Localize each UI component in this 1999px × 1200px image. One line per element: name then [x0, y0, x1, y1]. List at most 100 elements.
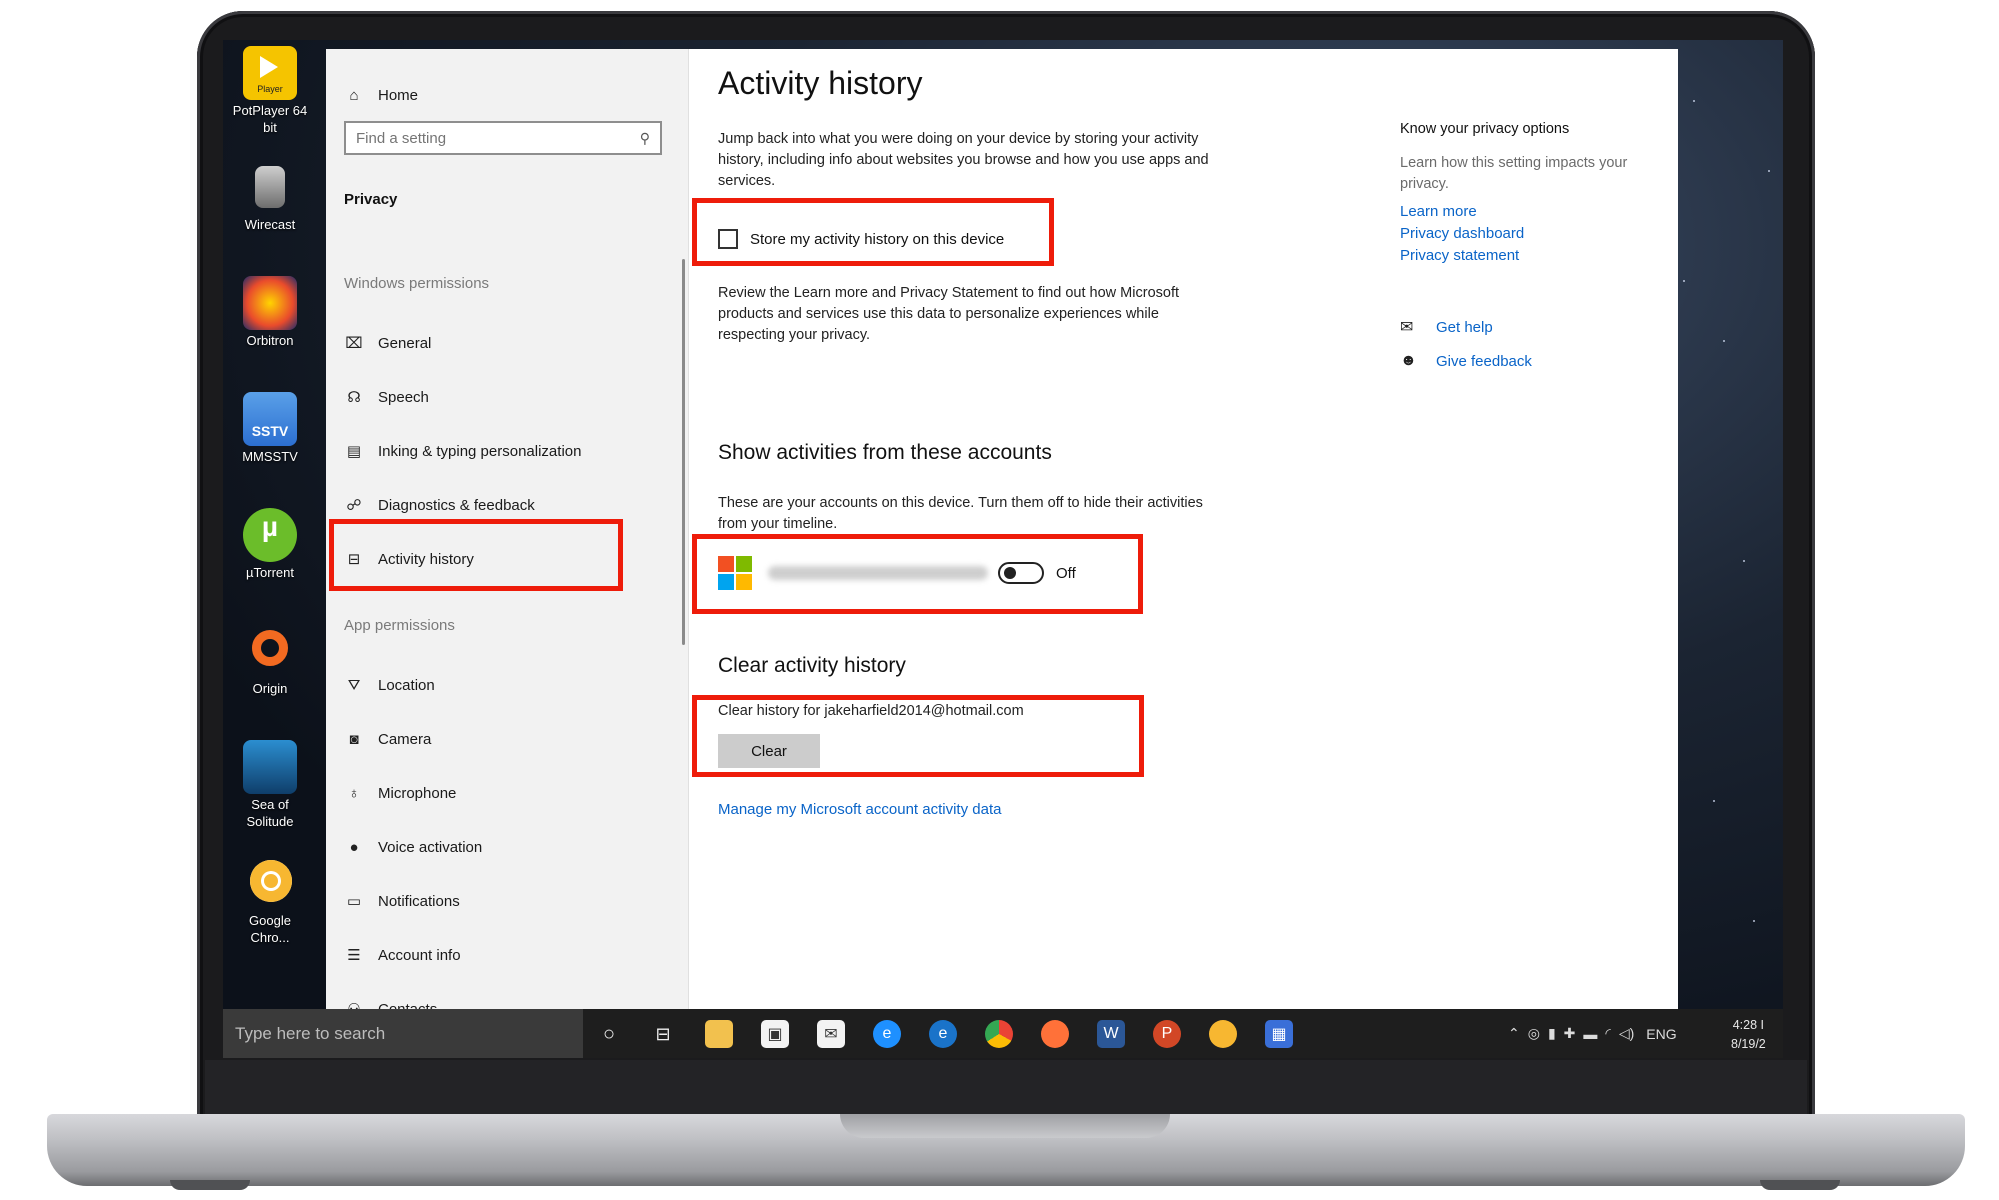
nav-label: Notifications: [378, 892, 460, 910]
task-view-icon[interactable]: ⊟: [649, 1020, 677, 1048]
desktop-icon-origin[interactable]: Origin: [229, 624, 311, 697]
give-feedback-row[interactable]: ☻ Give feedback: [1400, 352, 1660, 370]
system-tray: ⌃ ◎ ▮ ✚ ▬ ◜ ◁) ENG: [1508, 1009, 1677, 1058]
nav-activity-history[interactable]: ⊟ Activity history: [344, 543, 474, 575]
mail-icon[interactable]: ✉: [817, 1020, 845, 1048]
cortana-icon[interactable]: ○: [595, 1020, 623, 1048]
timeline-icon: ⊟: [347, 551, 361, 568]
learn-more-link[interactable]: Learn more: [1400, 203, 1660, 220]
get-help-link[interactable]: Get help: [1436, 319, 1493, 336]
chevron-up-icon[interactable]: ⌃: [1508, 1025, 1520, 1042]
nav-microphone[interactable]: ♁ Microphone: [344, 777, 456, 809]
firefox-icon[interactable]: [1041, 1020, 1069, 1048]
voice-activation-icon: ●: [349, 838, 359, 856]
volume-icon[interactable]: ◁): [1619, 1025, 1634, 1042]
wirecast-icon: [243, 160, 297, 214]
desktop-icon-google-chrome[interactable]: Google Chro...: [229, 856, 311, 946]
desktop-icon-wirecast[interactable]: Wirecast: [229, 160, 311, 233]
edge-icon[interactable]: e: [929, 1020, 957, 1048]
store-icon[interactable]: ▣: [761, 1020, 789, 1048]
clipboard-icon: ▤: [346, 443, 362, 460]
nav-notifications[interactable]: ▭ Notifications: [344, 885, 460, 917]
clear-button[interactable]: Clear: [718, 734, 820, 768]
microphone-tray-icon[interactable]: ▮: [1548, 1025, 1556, 1042]
get-help-icon: ✉: [1400, 319, 1414, 336]
desktop-icon-sea-of-solitude[interactable]: Sea of Solitude: [229, 740, 311, 830]
chrome-canary-icon: [243, 856, 297, 910]
desktop-icon-orbitron[interactable]: Orbitron: [229, 276, 311, 349]
nav-label: Voice activation: [378, 838, 483, 856]
clock-date: 8/19/2: [1731, 1037, 1766, 1051]
review-text: Review the Learn more and Privacy Statem…: [718, 285, 1179, 343]
nav-label: Contacts: [378, 1000, 438, 1010]
mmsstv-icon: SSTV: [243, 392, 297, 446]
desktop-icon-potplayer[interactable]: Player PotPlayer 64 bit: [229, 46, 311, 136]
search-placeholder: Find a setting: [356, 129, 447, 147]
account-toggle-label: Off: [1056, 564, 1076, 582]
nav-label: Camera: [378, 730, 432, 748]
desktop-icon-label: Google Chro...: [249, 913, 291, 945]
file-explorer-icon[interactable]: [705, 1020, 733, 1048]
screen: Player PotPlayer 64 bit Wirecast Orbitro…: [223, 40, 1783, 1058]
camera-icon: ◙: [349, 730, 359, 748]
privacy-statement-link[interactable]: Privacy statement: [1400, 247, 1660, 264]
battery-icon[interactable]: ▬: [1583, 1026, 1597, 1042]
nav-diagnostics[interactable]: ☍ Diagnostics & feedback: [344, 489, 535, 521]
nav-camera[interactable]: ◙ Camera: [344, 723, 431, 755]
search-icon: ⚲: [639, 129, 650, 146]
notifications-icon: ▭: [346, 893, 362, 910]
account-row: Off: [718, 556, 1076, 590]
chrome-canary-taskbar-icon[interactable]: [1209, 1020, 1237, 1048]
nav-location[interactable]: ⛛ Location: [344, 669, 435, 701]
get-help-row[interactable]: ✉ Get help: [1400, 317, 1660, 337]
clock-time: 4:28 I: [1732, 1018, 1765, 1032]
desktop-icon-label: Origin: [252, 681, 288, 696]
language-indicator[interactable]: ENG: [1646, 1026, 1676, 1042]
account-toggle[interactable]: [998, 562, 1044, 584]
app-permissions-heading: App permissions: [344, 617, 455, 634]
checkbox-box[interactable]: [718, 229, 738, 249]
sidebar-scrollbar[interactable]: [682, 259, 685, 645]
manage-activity-link[interactable]: Manage my Microsoft account activity dat…: [718, 801, 1001, 818]
nav-inking-typing[interactable]: ▤ Inking & typing personalization: [344, 435, 582, 467]
taskbar-search[interactable]: Type here to search: [223, 1009, 583, 1058]
nav-home[interactable]: ⌂ Home: [344, 79, 418, 111]
lock-icon: ⌧: [345, 335, 363, 352]
nav-voice-activation[interactable]: ● Voice activation: [344, 831, 482, 863]
account-info-icon: ☰: [347, 947, 361, 964]
toggle-knob: [1004, 567, 1016, 579]
powerpoint-icon[interactable]: P: [1153, 1020, 1181, 1048]
find-setting-search[interactable]: Find a setting ⚲: [344, 121, 662, 155]
nav-account-info[interactable]: ☰ Account info: [344, 939, 460, 971]
desktop-icon-label: MMSSTV: [242, 449, 298, 464]
wifi-icon[interactable]: ◜: [1605, 1025, 1610, 1042]
store-activity-checkbox[interactable]: Store my activity history on this device: [718, 229, 1004, 249]
intro-text: Jump back into what you were doing on yo…: [718, 131, 1209, 189]
diagnostics-icon: ☍: [346, 497, 362, 514]
desktop-icon-label: Orbitron: [246, 333, 294, 348]
tray-app-icon[interactable]: ◎: [1528, 1025, 1540, 1042]
nav-speech[interactable]: ☊ Speech: [344, 381, 429, 413]
remote-desktop-icon[interactable]: ▦: [1265, 1020, 1293, 1048]
desktop-icon-mmsstv[interactable]: SSTV MMSSTV: [229, 392, 311, 465]
nav-contacts[interactable]: ⚇ Contacts: [344, 993, 438, 1010]
desktop-icon-label: Sea of Solitude: [246, 797, 294, 829]
nav-label: Microphone: [378, 784, 457, 802]
sea-of-solitude-icon: [243, 740, 297, 794]
desktop-icon-utorrent[interactable]: µ µTorrent: [229, 508, 311, 581]
potplayer-icon: Player: [243, 46, 297, 100]
internet-explorer-icon[interactable]: e: [873, 1020, 901, 1048]
give-feedback-link[interactable]: Give feedback: [1436, 353, 1532, 370]
nav-label: General: [378, 334, 432, 352]
shield-icon[interactable]: ✚: [1564, 1025, 1576, 1042]
settings-window: ⌂ Home Find a setting ⚲ Privacy Windows …: [326, 49, 1678, 1009]
chrome-icon[interactable]: [985, 1020, 1013, 1048]
word-icon[interactable]: W: [1097, 1020, 1125, 1048]
nav-general[interactable]: ⌧ General: [344, 327, 431, 359]
privacy-dashboard-link[interactable]: Privacy dashboard: [1400, 225, 1660, 242]
checkbox-label: Store my activity history on this device: [750, 230, 1005, 248]
nav-label: Diagnostics & feedback: [378, 496, 535, 514]
clock[interactable]: 4:28 I 8/19/2: [1731, 1016, 1766, 1054]
desktop-icon-label: Wirecast: [244, 217, 296, 232]
taskbar-search-placeholder: Type here to search: [235, 1023, 386, 1043]
